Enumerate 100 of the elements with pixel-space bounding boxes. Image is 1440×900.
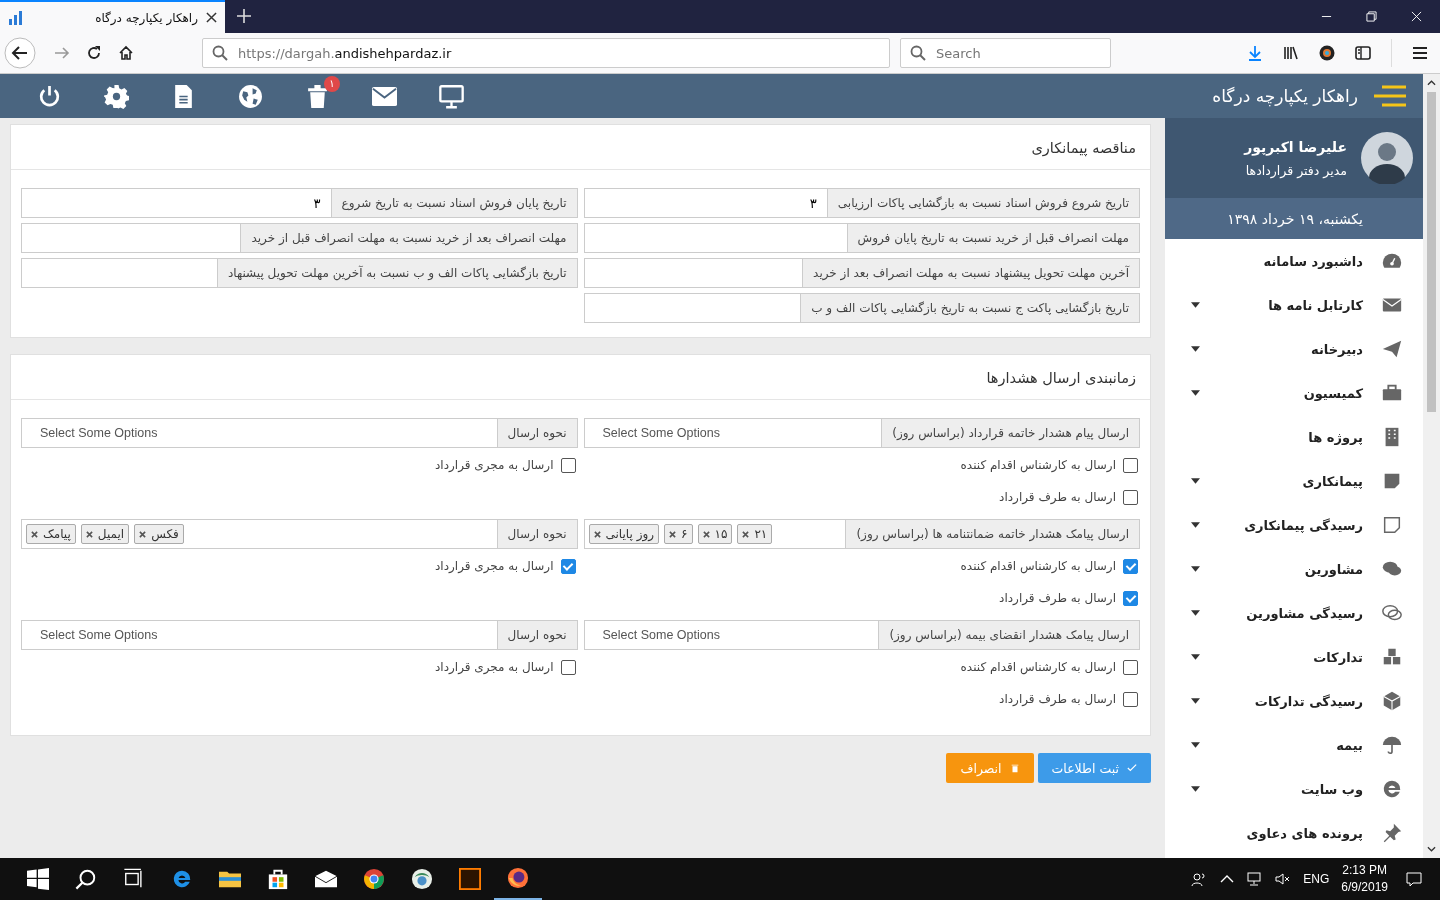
reload-icon[interactable]: [86, 45, 102, 61]
scroll-down-icon[interactable]: [1427, 846, 1436, 852]
checkbox[interactable]: [1123, 558, 1138, 574]
paper-plane-icon: [1381, 338, 1403, 360]
monitor-icon[interactable]: [439, 83, 464, 109]
input-field[interactable]: [21, 223, 241, 253]
sidebar-item[interactable]: رسیدگی پیمانکاری: [1165, 503, 1423, 547]
new-tab-icon[interactable]: [237, 9, 251, 23]
browser-tab[interactable]: راهکار یکپارچه درگاه: [0, 0, 225, 33]
sidebar-item[interactable]: رسیدگی مشاورین: [1165, 591, 1423, 635]
input-field[interactable]: [583, 293, 801, 323]
people-icon[interactable]: [1191, 871, 1208, 887]
input-field[interactable]: [583, 258, 803, 288]
remove-icon[interactable]: [139, 530, 147, 538]
notification-badge: ۱: [324, 75, 340, 92]
task-view-icon[interactable]: [123, 868, 145, 890]
speaker-muted-icon[interactable]: [1275, 871, 1292, 887]
remove-icon[interactable]: [85, 530, 93, 538]
multi-select[interactable]: Select Some Options: [583, 620, 879, 650]
sidebar-item[interactable]: پیمانکاری: [1165, 459, 1423, 503]
checkbox[interactable]: [1123, 489, 1138, 505]
forward-icon[interactable]: [54, 45, 70, 61]
checkbox[interactable]: [560, 558, 576, 574]
scrollbar-thumb[interactable]: [1427, 92, 1436, 412]
restore-icon[interactable]: [1366, 11, 1377, 22]
clock[interactable]: 2:13 PM 6/9/2019: [1341, 862, 1388, 896]
network-icon[interactable]: [1247, 871, 1264, 887]
power-icon[interactable]: [37, 83, 62, 109]
tag-label: پیامک: [43, 527, 71, 541]
input-field[interactable]: ۳: [21, 188, 331, 218]
search-field[interactable]: Search: [900, 38, 1111, 68]
home-icon[interactable]: [118, 45, 134, 61]
tag-label: ۲۱: [754, 527, 768, 541]
settings-icon[interactable]: [104, 83, 129, 109]
circle-logo-icon[interactable]: [363, 868, 385, 890]
umbrella-icon: [1381, 734, 1403, 756]
input-field[interactable]: ۳: [583, 188, 827, 218]
globe-icon[interactable]: [411, 868, 433, 890]
sidebar-item[interactable]: دبیرخانه: [1165, 327, 1423, 371]
sidebar-item[interactable]: وب سایت: [1165, 767, 1423, 811]
sidebar-item[interactable]: رسیدگی تدارکات: [1165, 679, 1423, 723]
checkbox[interactable]: [1123, 659, 1138, 675]
field-label: مهلت انصراف قبل از خرید نسبت به تاریخ پایان فروش: [846, 223, 1140, 253]
field-label: نحوه ارسال: [496, 620, 578, 650]
multi-select[interactable]: Select Some Options: [21, 418, 497, 448]
back-icon[interactable]: [4, 37, 36, 69]
library-icon[interactable]: [1283, 45, 1299, 61]
sidebar-item[interactable]: تدارکات: [1165, 635, 1423, 679]
field-label: آخرین مهلت تحویل پیشنهاد نسبت به مهلت انصراف بعد از خرید: [802, 258, 1140, 288]
app-icon[interactable]: [459, 868, 481, 890]
input-field[interactable]: [21, 258, 217, 288]
remove-icon[interactable]: [669, 530, 677, 538]
sidebar-item[interactable]: مشاورین: [1165, 547, 1423, 591]
globe-icon[interactable]: [238, 83, 263, 109]
remove-icon[interactable]: [702, 530, 710, 538]
scroll-up-icon[interactable]: [1427, 80, 1436, 86]
sidebar-item[interactable]: پرونده های دعاوی: [1165, 811, 1423, 855]
site-logo-icon: [8, 9, 24, 26]
browser-icon[interactable]: [171, 868, 193, 890]
checkbox[interactable]: [1123, 590, 1138, 606]
checkbox-label: ارسال به مجری قرارداد: [435, 559, 554, 573]
remove-icon[interactable]: [31, 530, 38, 538]
fox-icon[interactable]: [507, 867, 529, 889]
close-icon[interactable]: [206, 12, 217, 23]
address-bar[interactable]: https://dargah.andishehpardaz.ir: [202, 38, 890, 68]
input-field[interactable]: [583, 223, 847, 253]
shopping-bag-icon[interactable]: [267, 868, 289, 890]
menu-icon[interactable]: [1412, 45, 1428, 61]
search-input[interactable]: Search: [934, 44, 1098, 62]
notification-icon[interactable]: [1406, 871, 1422, 887]
remove-icon[interactable]: [593, 530, 601, 538]
sidebar-item[interactable]: کارتابل نامه ها: [1165, 283, 1423, 327]
download-icon[interactable]: [1247, 45, 1263, 61]
sidebar-item[interactable]: بیمه: [1165, 723, 1423, 767]
url-text: https://dargah.andishehpardaz.ir: [238, 45, 452, 61]
mail-icon[interactable]: [315, 868, 337, 890]
search-icon[interactable]: [75, 868, 97, 890]
windows-icon[interactable]: [27, 868, 49, 890]
card-title: زمانبندی ارسال هشدارها: [986, 370, 1136, 386]
checkbox-label: ارسال به مجری قرارداد: [435, 660, 554, 674]
checkbox[interactable]: [1123, 457, 1138, 473]
language-indicator[interactable]: ENG: [1303, 872, 1330, 886]
checkbox[interactable]: [560, 457, 576, 473]
field-label: ارسال پیامک هشدار انقضای بیمه (براساس روز): [878, 620, 1140, 650]
color-wheel-icon[interactable]: [1319, 45, 1335, 61]
sidebar-item[interactable]: کمیسیون: [1165, 371, 1423, 415]
remove-icon[interactable]: [742, 530, 750, 538]
sidebar-item[interactable]: داشبورد سامانه: [1165, 239, 1423, 283]
multi-select[interactable]: Select Some Options: [21, 620, 497, 650]
multi-select[interactable]: Select Some Options: [583, 418, 882, 448]
field-label: تاریخ بازگشایی پاکت ج نسبت به تاریخ بازگشایی پاکات الف و ب: [800, 293, 1140, 323]
checkbox-label: ارسال به طرف قرارداد: [999, 692, 1116, 706]
multi-select[interactable]: فکس ایمیل پیامک: [21, 519, 497, 549]
sidebar-item[interactable]: پروژه ها: [1165, 415, 1423, 459]
multi-select[interactable]: ۲۱ ۱۵ ۶ روز پایانی: [583, 519, 846, 549]
checkbox[interactable]: [560, 659, 576, 675]
sidebar-icon[interactable]: [1355, 45, 1371, 61]
app-title: راهکار یکپارچه درگاه: [1212, 86, 1358, 106]
checkbox[interactable]: [1123, 691, 1138, 707]
card-title: مناقصه پیمانکاری: [1031, 140, 1136, 156]
